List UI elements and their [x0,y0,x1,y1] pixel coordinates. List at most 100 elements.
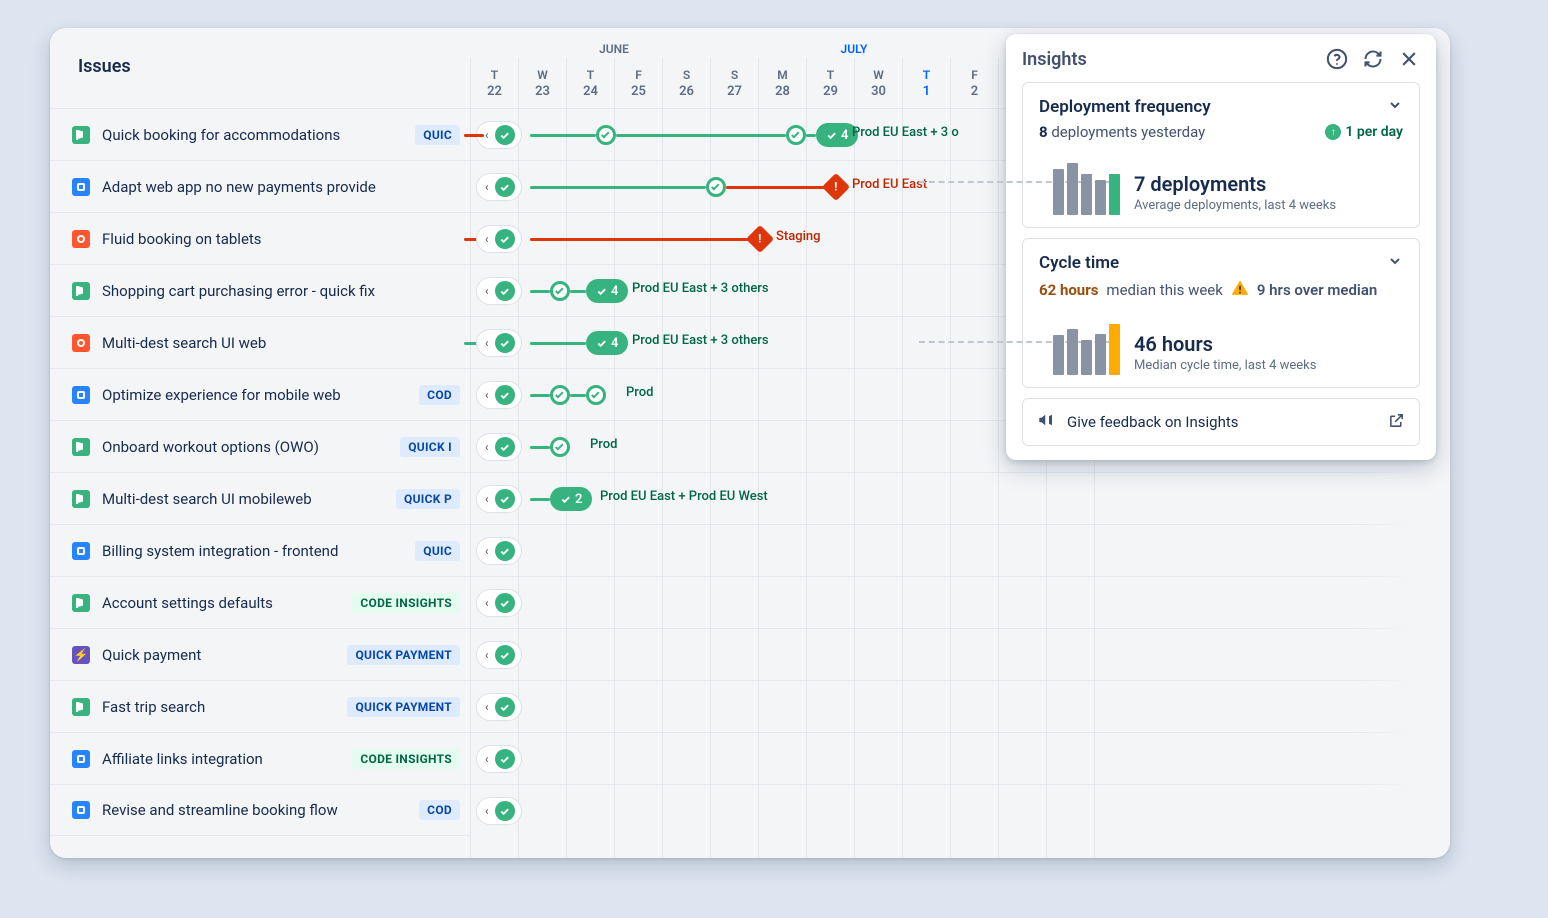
month-label: JUNE [470,28,758,58]
day-column[interactable]: T22 [470,58,518,108]
deploy-node[interactable] [550,281,570,301]
feedback-link[interactable]: Give feedback on Insights [1022,398,1420,446]
deploy-pill[interactable]: ‹ [476,537,522,565]
issue-row[interactable]: Fluid booking on tablets [50,212,470,264]
issue-row[interactable]: Fast trip searchQUICK PAYMENT [50,680,470,732]
deploy-pill[interactable]: ‹ [476,277,522,305]
timeline-segment [570,290,586,293]
chevron-left-icon: ‹ [485,804,489,818]
deploy-pill[interactable]: ‹ [476,693,522,721]
issue-row[interactable]: Multi-dest search UI web [50,316,470,368]
day-column[interactable]: F25 [614,58,662,108]
close-icon[interactable] [1398,48,1420,70]
deploy-node[interactable] [706,177,726,197]
issue-tag[interactable]: QUICK P [396,489,460,509]
external-link-icon [1388,412,1405,433]
deploy-node[interactable] [786,125,806,145]
month-label: JULY [758,28,950,58]
check-icon [495,489,515,509]
issue-tag[interactable]: QUICK PAYMENT [347,697,460,717]
issue-row[interactable]: Affiliate links integrationCODE INSIGHTS [50,732,470,784]
error-icon[interactable]: ! [822,173,850,201]
deploy-count-badge[interactable]: 4 [586,331,628,355]
issue-type-icon [72,542,90,560]
issue-row[interactable]: Onboard workout options (OWO)QUICK I [50,420,470,472]
check-icon [495,125,515,145]
timeline-segment [806,134,816,137]
deploy-count-badge[interactable]: 2 [550,487,592,511]
issue-list: Quick booking for accommodationsQUICAdap… [50,108,470,836]
deploy-pill[interactable]: ‹ [476,433,522,461]
chevron-down-icon[interactable] [1387,253,1403,273]
day-column[interactable]: F2 [950,58,998,108]
cycle-over-label: 9 hrs over median [1257,281,1377,299]
issue-row[interactable]: Adapt web app no new payments provide [50,160,470,212]
timeline-row: ‹2Prod EU East + Prod EU West [470,472,1450,524]
issue-row[interactable]: Revise and streamline booking flowCOD [50,784,470,836]
day-column[interactable]: S26 [662,58,710,108]
issue-title: Multi-dest search UI web [102,334,460,352]
deployment-frequency-card[interactable]: Deployment frequency 8 deployments yeste… [1022,82,1420,228]
chevron-left-icon: ‹ [485,596,489,610]
timeline-segment [464,134,484,137]
cycle-time-card[interactable]: Cycle time 62 hours median this week 9 h… [1022,238,1420,388]
issue-row[interactable]: Multi-dest search UI mobileweb QUICK P [50,472,470,524]
deploy-pill[interactable]: ‹ [476,641,522,669]
deploy-node[interactable] [550,385,570,405]
issue-row[interactable]: Billing system integration - frontendQUI… [50,524,470,576]
deploy-node[interactable] [550,437,570,457]
environment-label: Prod EU East + 3 others [632,333,769,348]
issue-row[interactable]: ⚡Quick paymentQUICK PAYMENT [50,628,470,680]
issue-tag[interactable]: CODE INSIGHTS [352,749,460,769]
deploy-node[interactable] [586,385,606,405]
timeline-segment [530,498,550,501]
issue-tag[interactable]: QUICK PAYMENT [347,645,460,665]
timeline-row: ‹ [470,576,1450,628]
chevron-left-icon: ‹ [485,440,489,454]
deploy-pill[interactable]: ‹ [476,485,522,513]
deploy-pill[interactable]: ‹ [476,225,522,253]
deploy-pill[interactable]: ‹ [476,173,522,201]
refresh-icon[interactable] [1362,48,1384,70]
deploy-node[interactable] [596,125,616,145]
issue-row[interactable]: Quick booking for accommodationsQUIC [50,108,470,160]
day-column[interactable]: M28 [758,58,806,108]
day-column[interactable]: S27 [710,58,758,108]
chevron-left-icon: ‹ [485,180,489,194]
issue-type-icon [72,126,90,144]
help-icon[interactable] [1326,48,1348,70]
error-icon[interactable]: ! [746,225,774,253]
chevron-down-icon[interactable] [1387,97,1403,117]
deploy-trend: ↑1 per day [1325,124,1403,140]
day-column[interactable]: T1 [902,58,950,108]
timeline-segment [530,342,586,345]
chevron-left-icon: ‹ [485,128,489,142]
day-column[interactable]: T24 [566,58,614,108]
issue-tag[interactable]: COD [419,385,460,405]
deploy-pill[interactable]: ‹ [476,329,522,357]
deploy-pill[interactable]: ‹ [476,381,522,409]
check-icon [495,385,515,405]
timeline-row: ‹ [470,732,1450,784]
issue-tag[interactable]: QUIC [415,541,460,561]
day-column[interactable]: T29 [806,58,854,108]
day-column[interactable]: W23 [518,58,566,108]
issue-tag[interactable]: COD [419,800,460,820]
day-column[interactable]: W30 [854,58,902,108]
issue-tag[interactable]: CODE INSIGHTS [352,593,460,613]
feedback-label: Give feedback on Insights [1067,413,1239,431]
issue-tag[interactable]: QUICK I [400,437,460,457]
issue-row[interactable]: Shopping cart purchasing error - quick f… [50,264,470,316]
cycle-value: 62 hours [1039,281,1098,299]
issue-row[interactable]: Account settings defaultsCODE INSIGHTS [50,576,470,628]
issue-row[interactable]: Optimize experience for mobile webCOD [50,368,470,420]
deploy-pill[interactable]: ‹ [476,797,522,825]
issue-type-icon [72,438,90,456]
deploy-count-badge[interactable]: 4 [586,279,628,303]
issue-title: Multi-dest search UI mobileweb [102,490,388,508]
deploy-pill[interactable]: ‹ [476,745,522,773]
deploy-pill[interactable]: ‹ [476,589,522,617]
timeline-row: ‹ [470,628,1450,680]
issue-tag[interactable]: QUIC [415,125,460,145]
timeline-segment [530,290,550,293]
